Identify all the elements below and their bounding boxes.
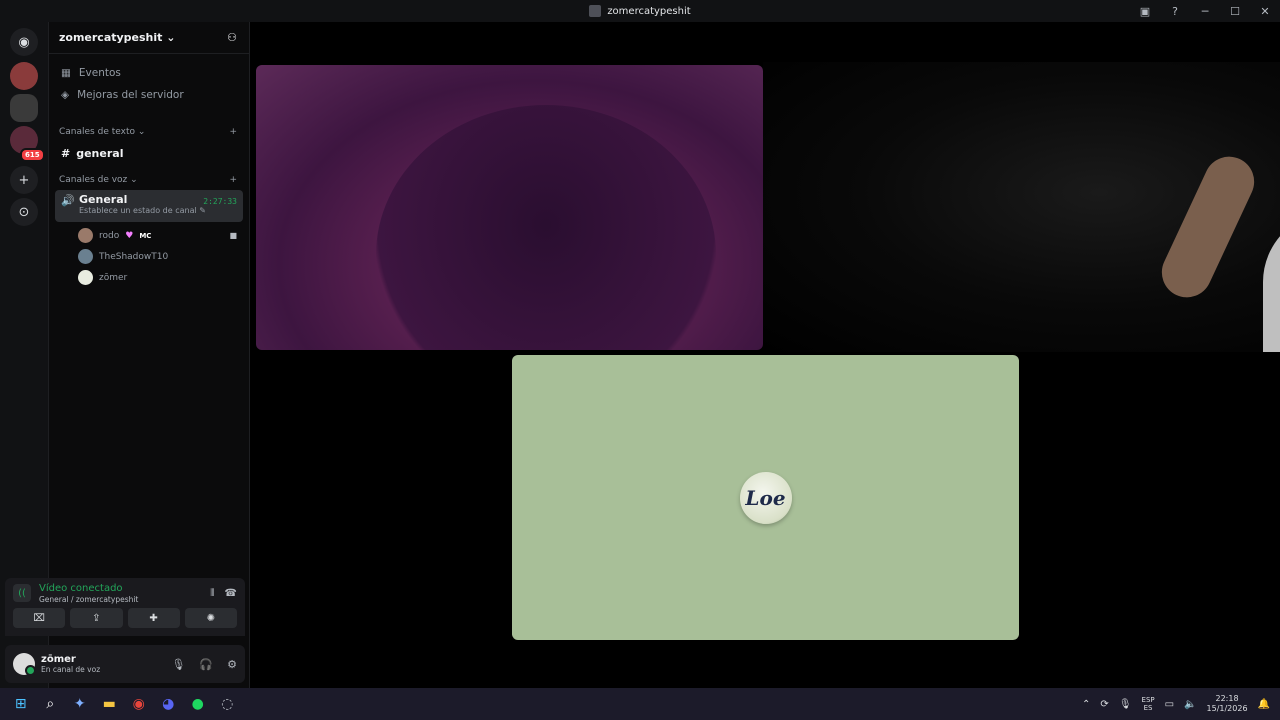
screen-share-button[interactable]: ⇪ bbox=[70, 608, 123, 628]
add-text-channel-icon[interactable]: + bbox=[229, 127, 237, 137]
video-tile-2[interactable] bbox=[763, 62, 1280, 352]
maximize-button[interactable]: ☐ bbox=[1220, 5, 1250, 18]
user-panel: zōmer En canal de voz 🎙 🎧 ⚙ bbox=[5, 645, 245, 683]
camera-toggle-button[interactable]: ⌧ bbox=[13, 608, 66, 628]
user-avatar[interactable] bbox=[13, 653, 36, 676]
voice-user-name: rodo bbox=[99, 230, 120, 241]
explore-servers-icon[interactable]: ⊙ bbox=[10, 198, 38, 226]
chevron-up-icon[interactable]: ⌃ bbox=[1082, 699, 1090, 710]
voice-user-zomer[interactable]: zōmer bbox=[49, 267, 249, 288]
inbox-icon[interactable]: ▣ bbox=[1130, 5, 1160, 18]
search-icon[interactable]: ⌕ bbox=[36, 688, 66, 720]
server-icon-active[interactable] bbox=[10, 94, 38, 122]
clock-date: 15/1/2026 bbox=[1206, 704, 1248, 713]
volume-icon[interactable]: 🔈 bbox=[1184, 699, 1196, 710]
notification-icon[interactable]: 🔔 bbox=[1258, 699, 1270, 710]
avatar bbox=[78, 270, 93, 285]
avatar bbox=[78, 228, 93, 243]
video-stage: Loe bbox=[250, 22, 1280, 688]
noise-suppression-icon[interactable]: ⦀ bbox=[210, 588, 214, 599]
heart-icon: ♥ bbox=[125, 230, 134, 241]
calendar-icon: ▦ bbox=[61, 67, 71, 79]
voice-connection-panel: (( Vídeo conectado General / zomercatype… bbox=[5, 578, 245, 636]
video-tile-3[interactable]: Loe bbox=[512, 355, 1019, 640]
server-name: zomercatypeshit ⌄ bbox=[59, 31, 176, 44]
lang-bottom: ES bbox=[1143, 704, 1153, 712]
events-item[interactable]: ▦ Eventos bbox=[49, 62, 249, 84]
voice-timer: 2:27:33 bbox=[203, 197, 237, 206]
discord-icon[interactable]: ◕ bbox=[154, 688, 184, 720]
title-bar: zomercatypeshit ▣ ? ─ ☐ ✕ bbox=[0, 0, 1280, 22]
clock-time: 22:18 bbox=[1215, 694, 1239, 703]
minimize-button[interactable]: ─ bbox=[1190, 5, 1220, 18]
network-icon[interactable]: ▭ bbox=[1165, 699, 1174, 710]
add-voice-channel-icon[interactable]: + bbox=[229, 175, 237, 185]
lang-top: ESP bbox=[1141, 696, 1155, 704]
boosts-label: Mejoras del servidor bbox=[77, 89, 184, 101]
headphones-icon[interactable]: 🎧 bbox=[199, 658, 213, 671]
video-tile-1[interactable] bbox=[256, 65, 763, 350]
boost-icon: ◈ bbox=[61, 89, 70, 101]
voice-user-rodo[interactable]: rodo ♥ MC ■ bbox=[49, 225, 249, 246]
copilot-icon[interactable]: ✦ bbox=[65, 688, 95, 720]
voice-channel-status[interactable]: Establece un estado de canal ✎ bbox=[79, 206, 237, 215]
camera-icon: ■ bbox=[229, 231, 237, 240]
user-name: zōmer bbox=[41, 654, 76, 665]
avatar bbox=[78, 249, 93, 264]
voice-channel-general[interactable]: 🔊 General Establece un estado de canal ✎… bbox=[55, 190, 243, 222]
language-indicator[interactable]: ESP ES bbox=[1142, 696, 1155, 712]
connection-path[interactable]: General / zomercatypeshit bbox=[39, 595, 138, 604]
mention-badge: 615 bbox=[20, 148, 45, 162]
spotify-icon[interactable]: ● bbox=[183, 688, 213, 720]
windows-start-icon[interactable]: ⊞ bbox=[6, 688, 36, 720]
server-header[interactable]: zomercatypeshit ⌄ ⚇ bbox=[49, 22, 249, 54]
user-tag: MC bbox=[139, 231, 152, 240]
chrome-icon[interactable]: ◉ bbox=[124, 688, 154, 720]
connection-status: Vídeo conectado bbox=[39, 582, 123, 594]
text-category-label: Canales de texto ⌄ bbox=[59, 127, 146, 137]
help-icon[interactable]: ? bbox=[1160, 5, 1190, 18]
discord-home-icon[interactable]: ◉ bbox=[10, 28, 38, 56]
speaker-icon: 🔊 bbox=[61, 194, 75, 207]
add-member-icon[interactable]: ⚇ bbox=[227, 31, 237, 44]
voice-user-name: zōmer bbox=[99, 272, 128, 283]
activities-button[interactable]: ✚ bbox=[127, 608, 180, 628]
user-avatar-large: Loe bbox=[739, 471, 792, 524]
text-category[interactable]: Canales de texto ⌄ + bbox=[49, 122, 249, 142]
mic-tray-icon[interactable]: 🎙 bbox=[1119, 699, 1132, 710]
signal-icon[interactable]: (( bbox=[13, 584, 31, 602]
app-icon bbox=[589, 5, 602, 17]
add-server-icon[interactable]: + bbox=[10, 166, 38, 194]
window-title-group: zomercatypeshit bbox=[589, 5, 691, 17]
disconnect-icon[interactable]: ☎ bbox=[225, 588, 237, 599]
file-explorer-icon[interactable]: ▬ bbox=[95, 688, 125, 720]
soundboard-button[interactable]: ✺ bbox=[184, 608, 237, 628]
close-button[interactable]: ✕ bbox=[1250, 5, 1280, 18]
microphone-icon[interactable]: 🎙 bbox=[171, 658, 185, 671]
server-icon-1[interactable] bbox=[10, 62, 38, 90]
sync-icon[interactable]: ⟳ bbox=[1100, 699, 1108, 710]
app-icon[interactable]: ◌ bbox=[213, 688, 243, 720]
channel-general[interactable]: # general bbox=[49, 142, 249, 164]
user-status: En canal de voz bbox=[41, 665, 101, 674]
hashtag-icon: # bbox=[61, 146, 71, 160]
window-title: zomercatypeshit bbox=[607, 5, 691, 17]
voice-category[interactable]: Canales de voz ⌄ + bbox=[49, 170, 249, 190]
channel-general-label: general bbox=[76, 146, 124, 160]
settings-icon[interactable]: ⚙ bbox=[227, 658, 237, 671]
voice-user-name: TheShadowT10 bbox=[99, 251, 169, 262]
boosts-item[interactable]: ◈ Mejoras del servidor bbox=[49, 84, 249, 106]
taskbar: ⊞ ⌕ ✦ ▬ ◉ ◕ ● ◌ ⌃ ⟳ 🎙 ESP ES ▭ 🔈 22:18 1… bbox=[0, 688, 1280, 720]
events-label: Eventos bbox=[78, 67, 121, 79]
voice-category-label: Canales de voz ⌄ bbox=[59, 175, 138, 185]
voice-user-theshadow[interactable]: TheShadowT10 bbox=[49, 246, 249, 267]
clock[interactable]: 22:18 15/1/2026 bbox=[1207, 694, 1248, 714]
